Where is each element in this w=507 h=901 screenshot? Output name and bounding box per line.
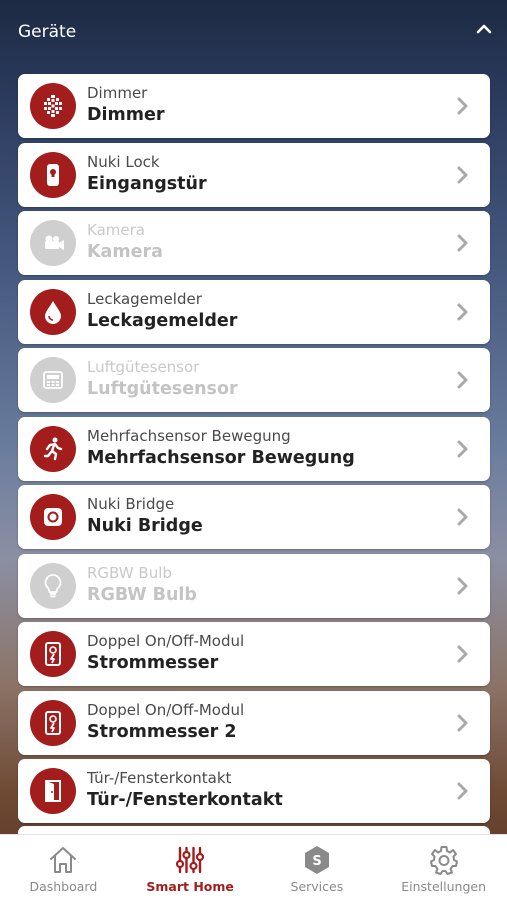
services-badge-letter: S	[312, 854, 321, 869]
chevron-right-icon	[457, 577, 468, 594]
power-outlet-icon	[30, 699, 76, 746]
section-title: Geräte	[18, 22, 77, 42]
tab-bar: Dashboard Smart Home S Services Einstell…	[0, 834, 507, 901]
device-card-nuki-lock[interactable]: Nuki Lock Eingangstür	[18, 142, 490, 207]
air-quality-icon	[30, 357, 76, 403]
device-card-mehrfachsensor-bewegung[interactable]: Mehrfachsensor Bewegung Mehrfachsensor B…	[18, 416, 490, 481]
gear-icon	[429, 846, 458, 875]
device-type: Tür-/Fensterkontakt	[87, 769, 232, 787]
device-name: RGBW Bulb	[87, 584, 197, 605]
door-icon	[30, 768, 76, 814]
chevron-right-icon	[457, 714, 468, 731]
chevron-right-icon	[457, 303, 468, 320]
device-card-luftguetesensor[interactable]: Luftgütesensor Luftgütesensor	[18, 348, 490, 412]
section-header[interactable]: Geräte	[0, 0, 507, 66]
device-type: Leckagemelder	[87, 289, 202, 308]
device-card-rgbw-bulb[interactable]: RGBW Bulb RGBW Bulb	[18, 553, 490, 618]
lock-icon	[30, 151, 76, 198]
tab-einstellungen[interactable]: Einstellungen	[380, 835, 507, 901]
device-type: Doppel On/Off-Modul	[87, 632, 245, 650]
device-card-leckagemelder[interactable]: Leckagemelder Leckagemelder	[18, 279, 490, 344]
device-name: Nuki Bridge	[87, 516, 203, 536]
device-type: Luftgütesensor	[87, 358, 200, 376]
device-name: Strommesser	[87, 653, 219, 673]
device-card-kamera[interactable]: Kamera Kamera	[18, 211, 490, 275]
device-name: Mehrfachsensor Bewegung	[87, 447, 355, 468]
bulb-icon	[30, 562, 76, 609]
chevron-right-icon	[457, 782, 468, 800]
device-name: Strommesser 2	[87, 721, 237, 742]
power-outlet-icon	[30, 631, 76, 677]
tab-label: Services	[290, 879, 344, 894]
device-name: Kamera	[87, 242, 163, 262]
device-card-strommesser[interactable]: Doppel On/Off-Modul Strommesser	[18, 622, 490, 686]
tab-label: Einstellungen	[401, 879, 486, 894]
home-icon	[50, 847, 77, 873]
sliders-icon	[176, 846, 205, 874]
chevron-right-icon	[457, 97, 468, 115]
dimmer-icon	[30, 83, 76, 129]
device-card-tuer-fensterkontakt[interactable]: Tür-/Fensterkontakt Tür-/Fensterkontakt	[18, 759, 490, 823]
camera-icon	[30, 220, 76, 266]
device-type: Kamera	[87, 221, 145, 239]
device-card-nuki-bridge[interactable]: Nuki Bridge Nuki Bridge	[18, 485, 490, 549]
tab-label: Dashboard	[29, 879, 98, 894]
device-type: RGBW Bulb	[87, 563, 172, 582]
water-drop-icon	[30, 288, 76, 335]
chevron-right-icon	[457, 440, 468, 457]
chevron-right-icon	[457, 234, 468, 252]
device-type: Dimmer	[87, 84, 148, 102]
device-type: Mehrfachsensor Bewegung	[87, 426, 291, 445]
device-card-dimmer[interactable]: Dimmer Dimmer	[18, 74, 490, 138]
device-list: Dimmer Dimmer Nuki Lock Eingangstür Kame…	[18, 74, 490, 828]
device-name: Dimmer	[87, 105, 165, 125]
chevron-right-icon	[457, 508, 468, 526]
bridge-icon	[30, 494, 76, 540]
device-type: Nuki Lock	[87, 152, 160, 171]
device-card-strommesser-2[interactable]: Doppel On/Off-Modul Strommesser 2	[18, 690, 490, 755]
chevron-right-icon	[457, 371, 468, 389]
tab-smart-home[interactable]: Smart Home	[127, 835, 254, 901]
tab-label: Smart Home	[146, 879, 234, 894]
device-type: Nuki Bridge	[87, 495, 175, 513]
device-name: Luftgütesensor	[87, 379, 238, 399]
motion-icon	[30, 425, 76, 472]
device-name: Leckagemelder	[87, 310, 238, 331]
tab-services[interactable]: S Services	[254, 835, 381, 901]
chevron-right-icon	[457, 166, 468, 183]
device-name: Eingangstür	[87, 173, 207, 194]
tab-dashboard[interactable]: Dashboard	[0, 835, 127, 901]
services-icon: S	[304, 846, 329, 874]
chevron-up-icon[interactable]	[475, 20, 493, 38]
device-type: Doppel On/Off-Modul	[87, 700, 245, 719]
device-name: Tür-/Fensterkontakt	[87, 790, 283, 810]
chevron-right-icon	[457, 645, 468, 663]
